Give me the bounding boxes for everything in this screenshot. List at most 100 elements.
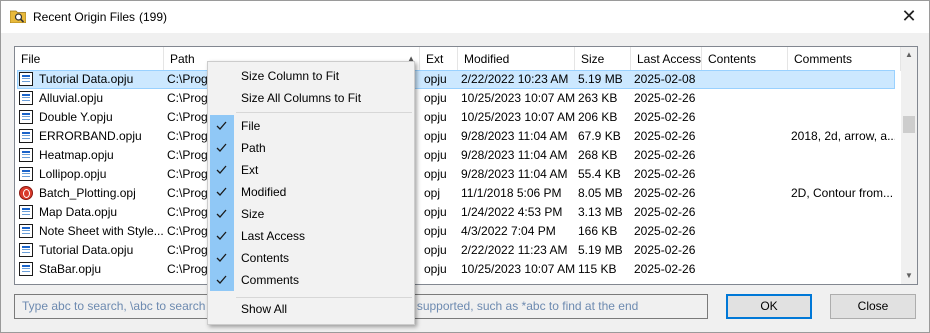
folder-search-icon <box>10 10 26 23</box>
checkmark-icon <box>216 231 227 240</box>
cell-file: Tutorial Data.opju <box>39 243 134 257</box>
grid-file-icon <box>19 205 33 219</box>
ok-button[interactable]: OK <box>726 294 812 319</box>
column-header-path-label: Path <box>170 52 195 66</box>
table-row[interactable]: Alluvial.opju C:\Prog opju 10/25/2023 10:07… <box>15 89 901 108</box>
title-bar: Recent Origin Files (199) ✕ <box>1 1 929 33</box>
menu-item-size-all-columns-to-fit[interactable]: Size All Columns to Fit <box>208 87 414 109</box>
vertical-scrollbar[interactable]: ▲ ▼ <box>901 47 917 284</box>
menu-item-file[interactable]: File <box>208 115 414 137</box>
cell-last-access: 2025-02-26 <box>634 262 696 276</box>
cell-comments <box>791 165 895 184</box>
cell-comments <box>791 260 895 279</box>
cell-last-access: 2025-02-26 <box>634 148 696 162</box>
window-title: Recent Origin Files <box>33 10 136 24</box>
table-row[interactable]: Map Data.opju C:\Prog opju 1/24/2022 4:53 P… <box>15 203 901 222</box>
cell-last-access: 2025-02-26 <box>634 129 696 143</box>
scrollbar-thumb[interactable] <box>903 116 915 133</box>
cell-ext: opju <box>424 91 447 105</box>
cell-file: Note Sheet with Style... <box>39 224 163 238</box>
cell-contents <box>706 165 788 184</box>
cell-file: ERRORBAND.opju <box>39 129 142 143</box>
cell-contents <box>706 89 788 108</box>
cell-comments: 2018, 2d, arrow, a... <box>791 129 895 143</box>
cell-ext: opju <box>424 72 447 86</box>
scroll-down-icon[interactable]: ▼ <box>901 268 917 284</box>
column-header-modified[interactable]: Modified <box>458 47 575 71</box>
cell-contents <box>706 260 788 279</box>
scroll-up-icon[interactable]: ▲ <box>901 47 917 63</box>
table-row[interactable]: Tutorial Data.opju C:\Prog opju 2/22/2022 1… <box>15 70 901 89</box>
menu-item-label: Show All <box>241 302 288 316</box>
menu-item-path[interactable]: Path <box>208 137 414 159</box>
cell-file: Batch_Plotting.opj <box>39 186 136 200</box>
cell-size: 263 KB <box>578 91 618 105</box>
cell-modified: 9/28/2023 11:04 AM <box>461 167 568 181</box>
cell-ext: opju <box>424 224 447 238</box>
table-row[interactable]: Batch_Plotting.opj C:\Prog opj 11/1/2018 5:… <box>15 184 901 203</box>
menu-item-label: Contents <box>241 251 290 265</box>
column-header-ext[interactable]: Ext <box>420 47 458 71</box>
cell-size: 5.19 MB <box>578 72 623 86</box>
column-header-last-access[interactable]: Last Access <box>631 47 702 71</box>
table-row[interactable]: Double Y.opju C:\Prog opju 10/25/2023 10:07… <box>15 108 901 127</box>
cell-last-access: 2025-02-26 <box>634 224 696 238</box>
recent-files-list[interactable]: File Path ▲ Ext Modified Size Last Acces… <box>14 46 918 285</box>
cell-ext: opju <box>424 262 447 276</box>
table-row[interactable]: Lollipop.opju C:\Prog opju 9/28/2023 11:04 … <box>15 165 901 184</box>
column-header-file[interactable]: File <box>15 47 164 71</box>
menu-item-label: Last Access <box>241 229 306 243</box>
grid-file-icon <box>19 167 33 181</box>
cell-modified: 9/28/2023 11:04 AM <box>461 148 568 162</box>
grid-file-icon <box>19 243 33 257</box>
menu-item-comments[interactable]: Comments <box>208 269 414 291</box>
table-row[interactable]: Heatmap.opju C:\Prog opju 9/28/2023 11:04 A… <box>15 146 901 165</box>
close-button[interactable]: Close <box>830 294 916 319</box>
cell-last-access: 2025-02-26 <box>634 243 696 257</box>
close-icon[interactable]: ✕ <box>897 5 921 27</box>
cell-modified: 1/24/2022 4:53 PM <box>461 205 563 219</box>
cell-contents <box>706 146 788 165</box>
table-row[interactable]: Tutorial Data.opju C:\Prog opju 2/22/2022 1… <box>15 241 901 260</box>
table-row[interactable]: ERRORBAND.opju C:\Prog opju 9/28/2023 11:04… <box>15 127 901 146</box>
menu-separator <box>236 112 412 113</box>
cell-ext: opju <box>424 167 447 181</box>
cell-size: 8.05 MB <box>578 186 623 200</box>
grid-file-icon <box>19 72 33 86</box>
cell-ext: opju <box>424 148 447 162</box>
menu-item-size-column-to-fit[interactable]: Size Column to Fit <box>208 65 414 87</box>
cell-last-access: 2025-02-26 <box>634 91 696 105</box>
checkmark-icon <box>216 121 227 130</box>
checkmark-icon <box>216 275 227 284</box>
checkmark-icon <box>216 143 227 152</box>
menu-item-modified[interactable]: Modified <box>208 181 414 203</box>
menu-item-ext[interactable]: Ext <box>208 159 414 181</box>
table-row[interactable]: Note Sheet with Style... C:\Prog opju 4/3/2… <box>15 222 901 241</box>
cell-comments <box>791 203 895 222</box>
cell-contents <box>706 184 788 203</box>
column-header-comments[interactable]: Comments <box>788 47 901 71</box>
column-header-contents[interactable]: Contents <box>702 47 788 71</box>
table-row[interactable]: StaBar.opju C:\Prog opju 10/25/2023 10:07 A… <box>15 260 901 279</box>
menu-item-contents[interactable]: Contents <box>208 247 414 269</box>
menu-item-label: Ext <box>241 163 259 177</box>
menu-item-label: Size All Columns to Fit <box>241 91 362 105</box>
cell-contents <box>706 127 788 146</box>
cell-modified: 2/22/2022 11:23 AM <box>461 243 568 257</box>
cell-ext: opj <box>424 186 441 200</box>
cell-ext: opju <box>424 129 447 143</box>
menu-item-size[interactable]: Size <box>208 203 414 225</box>
cell-comments <box>791 70 895 89</box>
cell-contents <box>706 70 788 89</box>
cell-comments <box>791 89 895 108</box>
search-placeholder-left: Type abc to search, \abc to search p <box>22 299 216 313</box>
cell-size: 115 KB <box>578 262 617 276</box>
cell-size: 67.9 KB <box>578 129 621 143</box>
cell-last-access: 2025-02-26 <box>634 167 696 181</box>
cell-modified: 10/25/2023 10:07 AM <box>461 91 575 105</box>
cell-comments: 2D, Contour from... <box>791 186 894 200</box>
menu-item-show-all[interactable]: Show All <box>208 298 414 320</box>
column-header-size[interactable]: Size <box>575 47 631 71</box>
menu-item-last-access[interactable]: Last Access <box>208 225 414 247</box>
menu-item-label: Size <box>241 207 265 221</box>
